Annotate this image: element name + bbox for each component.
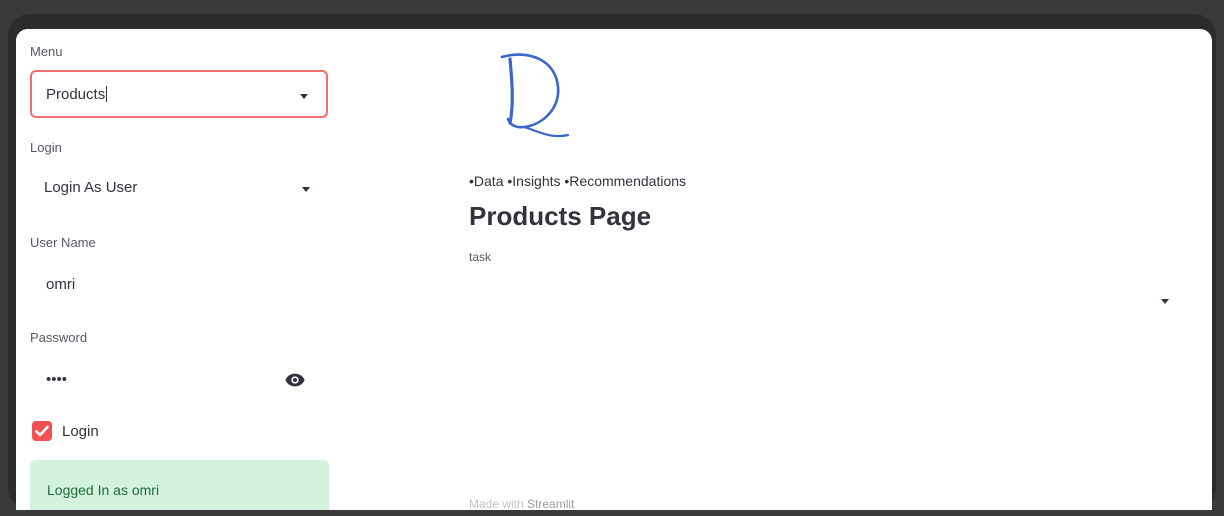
menu-select-value: Products: [46, 86, 108, 103]
login-label: Login: [30, 140, 62, 155]
password-value: ••••: [46, 371, 68, 388]
username-value: omri: [46, 276, 76, 293]
main-content: •Data •Insights •Recommendations Product…: [348, 29, 1212, 510]
login-checkbox[interactable]: [32, 421, 52, 441]
text-cursor: [106, 86, 108, 102]
task-label: task: [469, 250, 492, 264]
menu-select[interactable]: Products: [30, 70, 328, 118]
chevron-down-icon: [300, 94, 308, 99]
success-alert: Logged In as omri: [30, 460, 329, 510]
username-field[interactable]: omri: [30, 262, 328, 308]
username-label: User Name: [30, 235, 96, 250]
checkmark-icon: [35, 425, 49, 437]
login-select-value: Login As User: [44, 179, 138, 196]
page-title: Products Page: [469, 201, 652, 231]
tagline: •Data •Insights •Recommendations: [469, 173, 687, 189]
password-label: Password: [30, 330, 88, 345]
success-message: Logged In as omri: [47, 482, 160, 498]
eye-icon[interactable]: [284, 369, 306, 395]
sidebar: Menu Products Login Login As User User N…: [16, 29, 348, 510]
login-checkbox-label: Login: [62, 423, 99, 440]
footer: Made with Streamlit: [469, 497, 574, 510]
footer-prefix: Made with: [469, 497, 528, 510]
footer-streamlit-link[interactable]: Streamlit: [527, 497, 574, 510]
menu-label: Menu: [30, 44, 63, 59]
chevron-down-icon: [1161, 299, 1169, 304]
chevron-down-icon: [302, 187, 310, 192]
password-field[interactable]: ••••: [30, 357, 328, 403]
app-window: Menu Products Login Login As User User N…: [16, 29, 1212, 510]
task-select[interactable]: [469, 277, 1169, 323]
brand-logo: [490, 51, 580, 148]
login-select[interactable]: Login As User: [30, 165, 328, 213]
